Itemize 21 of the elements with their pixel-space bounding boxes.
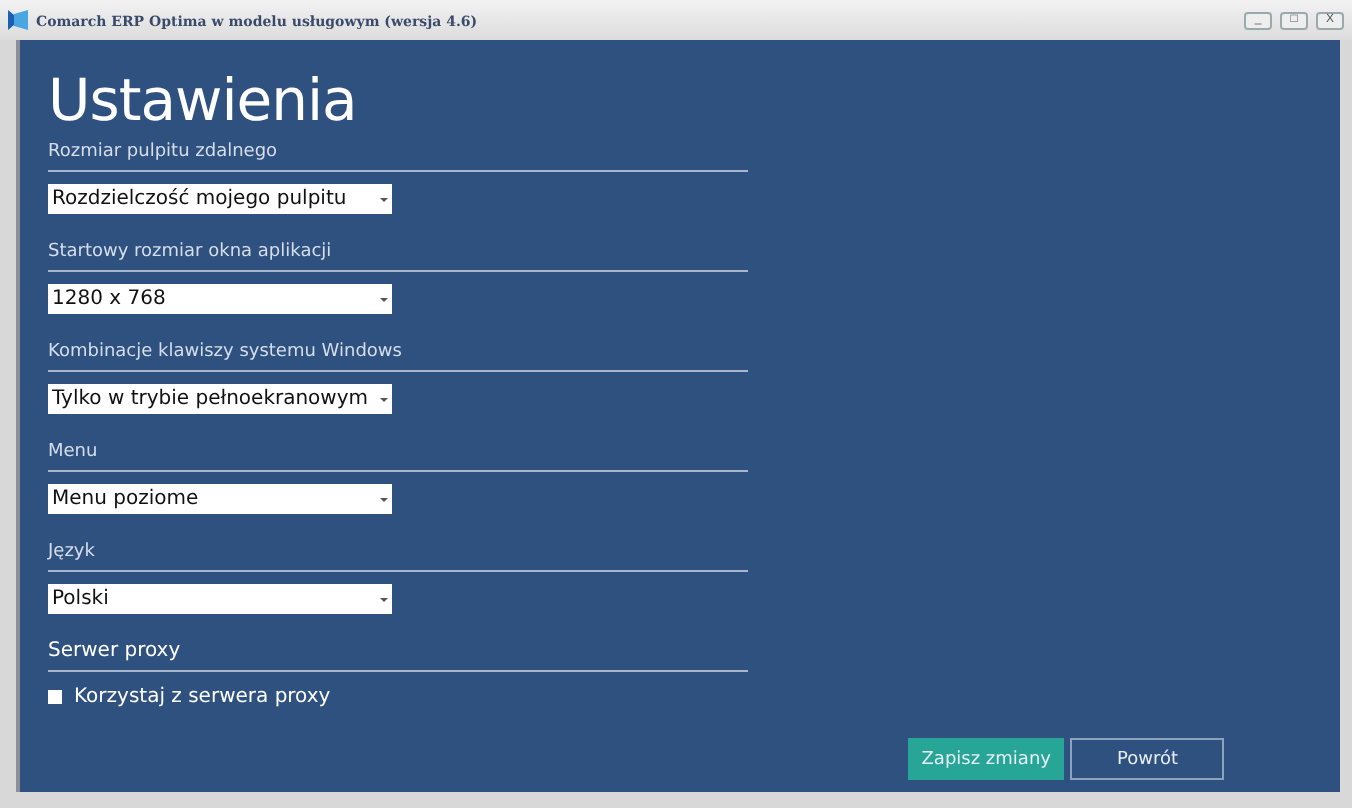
section-label: Kombinacje klawiszy systemu Windows (48, 340, 748, 372)
dropdown-field[interactable]: Tylko w trybie pełnoekranowym (48, 384, 392, 414)
section-label: Język (48, 540, 748, 572)
back-button[interactable]: Powrót (1070, 738, 1224, 780)
dropdown-field[interactable]: Menu poziome (48, 484, 392, 514)
caret-icon (380, 497, 388, 501)
dropdown-field[interactable]: 1280 x 768 (48, 284, 392, 314)
section-label: Rozmiar pulpitu zdalnego (48, 140, 748, 172)
checkbox-label: Korzystaj z serwera proxy (74, 686, 331, 708)
page-heading: Ustawienia (48, 64, 359, 136)
caret-icon (380, 197, 388, 201)
caret-icon (380, 297, 388, 301)
section-label: Startowy rozmiar okna aplikacji (48, 240, 748, 272)
section-label: Menu (48, 440, 748, 472)
section-label: Serwer proxy (48, 640, 748, 672)
dropdown-field[interactable]: Polski (48, 584, 392, 614)
caret-icon (380, 597, 388, 601)
dropdown-field[interactable]: Rozdzielczość mojego pulpitu (48, 184, 392, 214)
caret-icon (380, 397, 388, 401)
checkbox[interactable] (48, 690, 62, 704)
logo-icon (8, 10, 28, 30)
